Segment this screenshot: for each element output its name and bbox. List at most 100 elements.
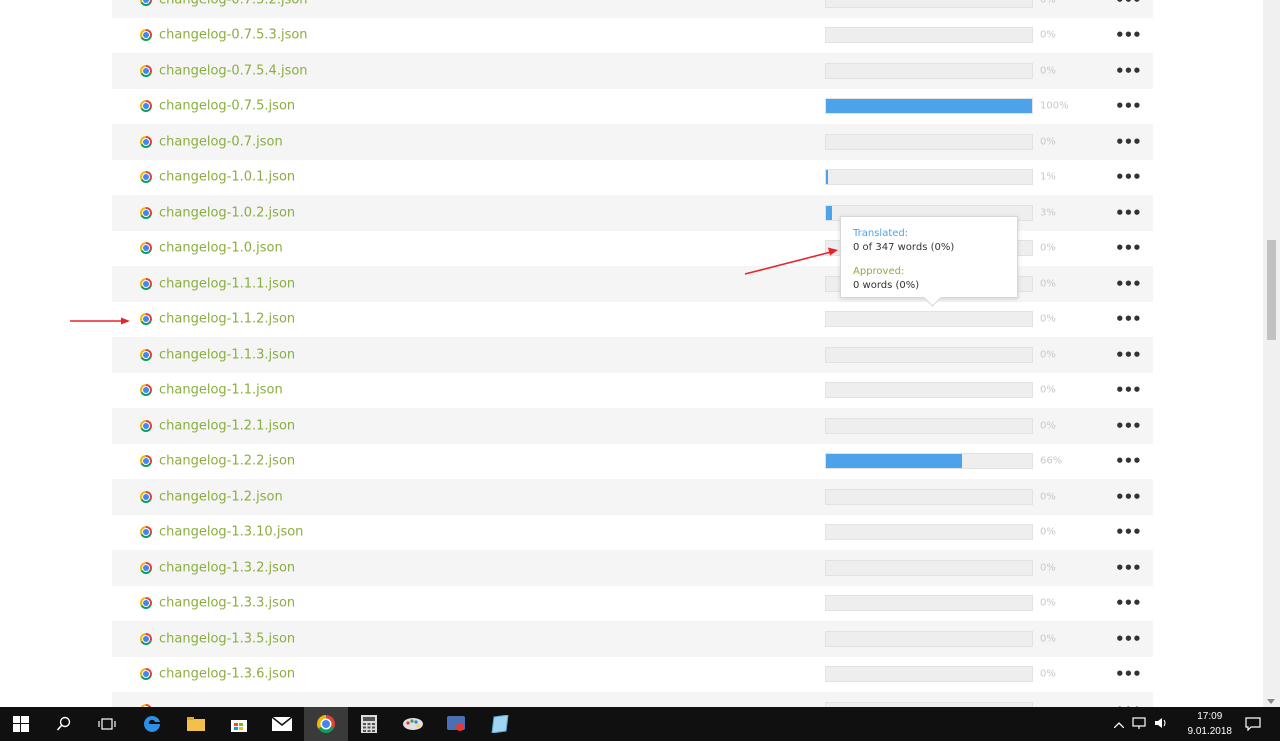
file-row[interactable]: changelog-1.3.2.json 0% ••• [112,550,1153,586]
file-row[interactable]: changelog-1.0.1.json 1% ••• [112,160,1153,196]
volume-icon[interactable] [1154,717,1168,732]
more-options-icon[interactable]: ••• [1115,204,1142,222]
file-row[interactable]: changelog-0.7.5.3.json 0% ••• [112,18,1153,54]
notifications-icon[interactable] [1241,712,1265,736]
more-options-icon[interactable]: ••• [1115,417,1142,435]
progress-bar[interactable] [825,417,1033,434]
taskbar-clock[interactable]: 17:09 9.01.2018 [1188,709,1233,739]
progress-bar[interactable] [825,169,1033,186]
progress-bar[interactable] [825,488,1033,505]
file-name-link[interactable]: changelog-1.0.2.json [159,205,295,220]
more-options-icon[interactable]: ••• [1115,559,1142,577]
file-name-link[interactable]: changelog-0.7.5.3.json [159,28,308,43]
file-row[interactable]: changelog-1.1.3.json 0% ••• [112,337,1153,373]
chrome-icon[interactable] [304,707,348,741]
file-row[interactable]: changelog-1.2.2.json 66% ••• [112,444,1153,480]
edge-icon[interactable] [140,712,164,736]
more-options-icon[interactable]: ••• [1115,381,1142,399]
file-name-link[interactable]: changelog-0.7.5.json [159,99,295,114]
more-options-icon[interactable]: ••• [1115,239,1142,257]
progress-bar[interactable] [825,133,1033,150]
chevron-up-icon[interactable] [1113,718,1125,731]
scroll-down-arrow-icon[interactable] [1267,699,1275,704]
media-icon[interactable] [445,712,469,736]
file-name-link[interactable]: changelog-1.3.5.json [159,631,295,646]
file-name-link[interactable]: changelog-1.2.json [159,489,283,504]
clock-time: 17:09 [1197,711,1223,722]
progress-bar[interactable] [825,630,1033,647]
more-options-icon[interactable]: ••• [1115,0,1142,9]
more-options-icon[interactable]: ••• [1115,452,1142,470]
more-options-icon[interactable]: ••• [1115,26,1142,44]
search-icon[interactable] [52,712,76,736]
more-options-icon[interactable]: ••• [1115,594,1142,612]
file-name-link[interactable]: changelog-1.2.2.json [159,454,295,469]
progress-fill [826,99,1032,114]
file-name-link[interactable]: changelog-1.3.3.json [159,596,295,611]
task-view-icon[interactable] [95,712,119,736]
progress-bar[interactable] [825,524,1033,541]
file-name-link[interactable]: changelog-1.3.10.json [159,525,303,540]
calculator-icon[interactable] [357,712,381,736]
more-options-icon[interactable]: ••• [1115,630,1142,648]
file-row[interactable]: changelog-1.3.5.json 0% ••• [112,621,1153,657]
progress-bar[interactable] [825,559,1033,576]
file-name-link[interactable]: changelog-1.1.3.json [159,347,295,362]
file-name-link[interactable]: changelog-1.3.6.json [159,667,295,682]
progress-percent: 100% [1040,100,1069,112]
vertical-scrollbar[interactable] [1263,0,1280,707]
notepad-icon[interactable] [488,712,512,736]
progress-bar[interactable] [825,98,1033,115]
file-row[interactable]: changelog-1.1.2.json 0% ••• [112,302,1153,338]
file-name-link[interactable]: changelog-1.0.1.json [159,170,295,185]
file-name-link[interactable]: changelog-0.7.5.4.json [159,63,308,78]
more-options-icon[interactable]: ••• [1115,523,1142,541]
file-row[interactable]: changelog-1.3.10.json 0% ••• [112,515,1153,551]
paint-icon[interactable] [401,712,425,736]
progress-bar[interactable] [825,595,1033,612]
scrollbar-thumb[interactable] [1267,240,1276,340]
progress-bar[interactable] [825,311,1033,328]
more-options-icon[interactable]: ••• [1115,97,1142,115]
windows-start-icon[interactable] [9,712,33,736]
file-row[interactable]: changelog-0.7.5.4.json 0% ••• [112,53,1153,89]
progress-bar[interactable] [825,0,1033,8]
file-name-link[interactable]: changelog-1.3.2.json [159,560,295,575]
store-icon[interactable] [227,712,251,736]
progress-bar[interactable] [825,453,1033,470]
file-row[interactable]: changelog-0.7.5.json 100% ••• [112,89,1153,125]
more-options-icon[interactable]: ••• [1115,310,1142,328]
progress-percent: 3% [1040,207,1056,219]
progress-fill [826,454,962,469]
progress-bar[interactable] [825,62,1033,79]
file-name-link[interactable]: changelog-1.0.json [159,241,283,256]
mail-icon[interactable] [270,712,294,736]
file-name-link[interactable]: changelog-1.2.1.json [159,418,295,433]
file-row[interactable]: changelog-1.1.json 0% ••• [112,373,1153,409]
more-options-icon[interactable]: ••• [1115,346,1142,364]
more-options-icon[interactable]: ••• [1115,168,1142,186]
file-explorer-icon[interactable] [184,712,208,736]
more-options-icon[interactable]: ••• [1115,133,1142,151]
file-row[interactable]: changelog-1.2.1.json 0% ••• [112,408,1153,444]
progress-bar[interactable] [825,27,1033,44]
network-icon[interactable] [1132,716,1146,732]
more-options-icon[interactable]: ••• [1115,275,1142,293]
more-options-icon[interactable]: ••• [1115,665,1142,683]
file-name-link[interactable]: changelog-0.7.json [159,134,283,149]
more-options-icon[interactable]: ••• [1115,62,1142,80]
file-row[interactable]: changelog-1.2.json 0% ••• [112,479,1153,515]
progress-bar[interactable] [825,346,1033,363]
file-name-link[interactable]: changelog-1.1.2.json [159,312,295,327]
file-row[interactable]: changelog-1.3.6.json 0% ••• [112,657,1153,693]
file-row[interactable]: changelog-0.7.json 0% ••• [112,124,1153,160]
file-name-link[interactable]: changelog-1.1.json [159,383,283,398]
file-row[interactable]: changelog-1.3.3.json 0% ••• [112,586,1153,622]
progress-bar[interactable] [825,666,1033,683]
progress-bar[interactable] [825,382,1033,399]
more-options-icon[interactable]: ••• [1115,488,1142,506]
file-name-link[interactable]: changelog-1.1.1.json [159,276,295,291]
progress-percent: 0% [1040,29,1056,41]
file-row[interactable]: changelog-0.7.5.2.json 0% ••• [112,0,1153,18]
file-name-link[interactable]: changelog-0.7.5.2.json [159,0,308,7]
